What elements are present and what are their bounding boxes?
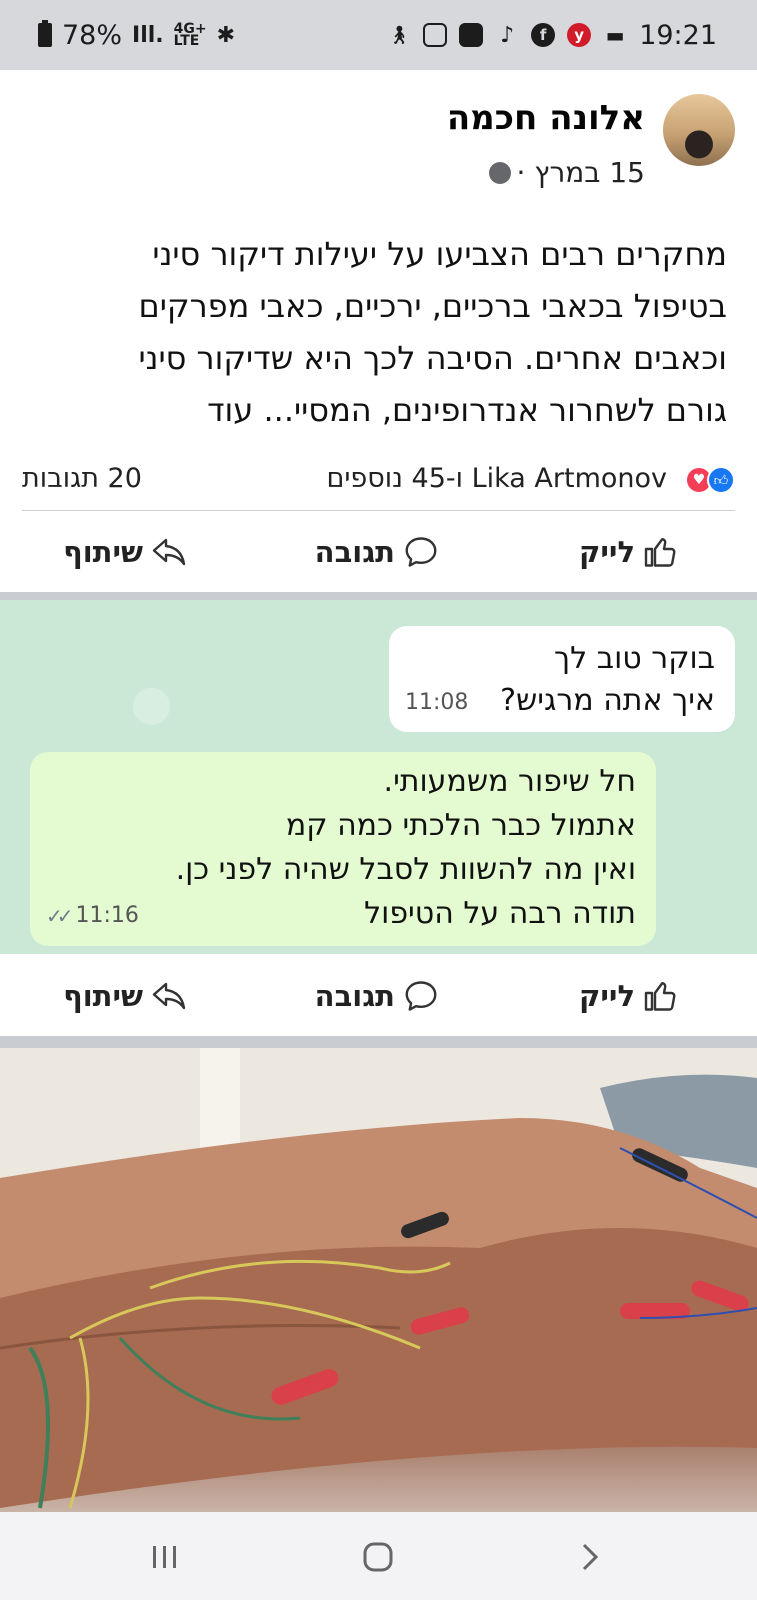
battery-icon (38, 20, 52, 47)
ynet-icon: y (567, 23, 592, 47)
post-header: אלונה חכמה 15 במרץ · (0, 70, 757, 200)
clock: 19:21 (639, 19, 717, 51)
post-text-line: גורם לשחרור אנדרופינים, המסיי... עוד (207, 391, 727, 429)
reaction-icons[interactable]: 👍︎ ♥ (685, 466, 735, 494)
system-nav-bar (0, 1512, 757, 1600)
comment-button[interactable]: תגובה (315, 512, 439, 592)
like-reaction-icon: 👍︎ (707, 466, 735, 494)
comment-button[interactable]: תגובה (315, 956, 439, 1036)
status-right: 🚶︎ ♪ f y ▬ 19:21 (387, 20, 717, 51)
thumbs-up-icon (644, 982, 676, 1011)
speech-bubble-icon (405, 981, 437, 1011)
outgoing-message: חל שיפור משמעותי. אתמול כבר הלכתי כמה קמ… (30, 752, 656, 946)
divider (22, 510, 735, 511)
message-time: 11:16 (75, 903, 139, 928)
facebook-icon: f (531, 23, 556, 47)
post-actions: לייק תגובה שיתוף (0, 956, 757, 1036)
like-label: לייק (579, 535, 635, 569)
message-time-row: ✓✓ 11:16 (46, 894, 139, 938)
post-text[interactable]: מחקרים רבים הצביעו על יעילות דיקור סיני … (27, 228, 727, 436)
message-icon: ▬ (605, 23, 625, 47)
globe-icon (488, 161, 511, 184)
like-button[interactable]: לייק (579, 956, 679, 1036)
post-text-line: בטיפול בכאבי ברכיים, ירכיים, כאבי מפרקים (138, 287, 727, 325)
incoming-message: בוקר טוב לך איך אתה מרגיש? 11:08 (389, 626, 735, 732)
speech-bubble-icon (405, 537, 437, 567)
post-photo[interactable] (0, 1048, 757, 1512)
message-time: 11:08 (405, 690, 469, 715)
instagram-icon (423, 23, 448, 47)
like-button[interactable]: לייק (579, 512, 679, 592)
author-name[interactable]: אלונה חכמה (447, 98, 645, 138)
status-bar: 78% Ill. 4G+ LTE ✱ 🚶︎ ♪ f y ▬ 19:21 (0, 0, 757, 70)
post-meta: 15 במרץ · (488, 156, 645, 189)
status-left: 78% Ill. 4G+ LTE ✱ (38, 20, 235, 51)
recent-apps-icon (153, 1546, 176, 1568)
acupuncture-photo (0, 1048, 757, 1509)
share-button[interactable]: שיתוף (63, 512, 187, 592)
read-ticks-icon: ✓✓ (46, 904, 73, 928)
thumbs-up-icon (644, 538, 676, 567)
message-line: בוקר טוב לך (554, 641, 715, 676)
share-button[interactable]: שיתוף (63, 956, 187, 1036)
share-label: שיתוף (63, 979, 143, 1013)
comments-count[interactable]: 20 תגובות (22, 463, 142, 494)
tiktok-icon: ♪ (500, 22, 515, 48)
post-separator (0, 592, 757, 600)
comment-label: תגובה (314, 979, 395, 1013)
avatar[interactable] (663, 94, 735, 166)
network-indicator: 4G+ LTE (173, 21, 207, 49)
comment-label: תגובה (314, 535, 395, 569)
chevron-right-icon (582, 1543, 599, 1571)
home-button[interactable] (358, 1540, 398, 1574)
message-line: חל שיפור משמעותי. (383, 764, 636, 799)
reactions-summary[interactable]: Lika Artmonov ו-45 נוספים (326, 463, 667, 494)
recent-apps-button[interactable] (145, 1540, 185, 1574)
share-arrow-icon (152, 982, 186, 1010)
chat-screenshot[interactable]: בוקר טוב לך איך אתה מרגיש? 11:08 חל שיפו… (0, 600, 757, 954)
share-arrow-icon (152, 538, 186, 566)
pocket-icon (459, 23, 484, 47)
post-text-line: מחקרים רבים הצביעו על יעילות דיקור סיני (152, 235, 727, 273)
battery-level: 78% (62, 19, 123, 51)
walking-icon: 🚶︎ (387, 24, 411, 46)
message-line: אתמול כבר הלכתי כמה קמ (285, 808, 636, 843)
bluetooth-icon: ✱ (216, 22, 236, 48)
message-line: ואין מה להשוות לסבל שהיה לפני כן. (175, 852, 636, 887)
back-button[interactable] (570, 1540, 610, 1574)
post-actions: לייק תגובה שיתוף (0, 512, 757, 592)
home-icon (363, 1542, 393, 1572)
like-label: לייק (579, 979, 635, 1013)
post-text-line: וכאבים אחרים. הסיבה לכך היא שדיקור סיני (138, 339, 727, 377)
share-label: שיתוף (63, 535, 143, 569)
post-separator (0, 1036, 757, 1048)
post-date[interactable]: 15 במרץ · (517, 156, 645, 189)
reactions-row: 👍︎ ♥ Lika Artmonov ו-45 נוספים 20 תגובות (0, 455, 757, 505)
signal-icon: Ill. (132, 22, 164, 48)
